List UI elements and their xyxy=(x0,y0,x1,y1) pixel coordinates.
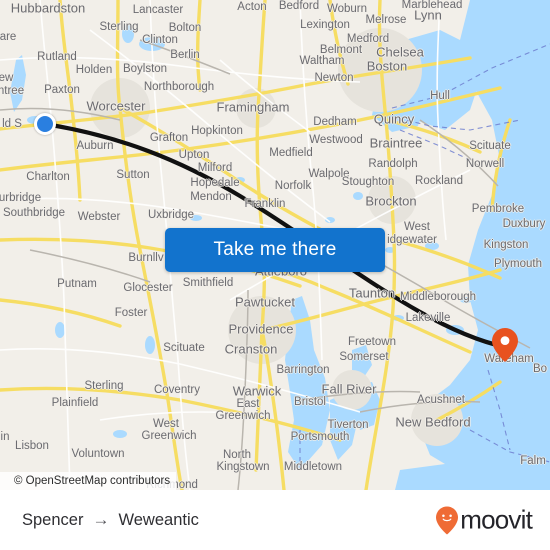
moovit-wordmark: moovit xyxy=(460,504,533,535)
page-root: Hubbardston Acton Bedford Woburn Marblehead L… xyxy=(0,0,550,550)
map-container[interactable]: Hubbardston Acton Bedford Woburn Marblehead L… xyxy=(0,0,550,490)
moovit-pin-icon xyxy=(436,506,459,534)
destination-marker-pin-icon[interactable] xyxy=(492,328,518,362)
take-me-there-button[interactable]: Take me there xyxy=(165,228,385,272)
osm-attribution[interactable]: © OpenStreetMap contributors xyxy=(0,472,177,490)
route-origin-label: Spencer xyxy=(22,510,84,529)
moovit-logo[interactable]: moovit xyxy=(436,504,533,536)
origin-marker[interactable] xyxy=(34,113,56,135)
route-destination-label: Weweantic xyxy=(118,510,199,529)
route-summary: Spencer → Weweantic xyxy=(22,510,199,530)
footer-bar: Spencer → Weweantic moovit xyxy=(0,490,550,550)
arrow-right-icon: → xyxy=(92,510,110,529)
